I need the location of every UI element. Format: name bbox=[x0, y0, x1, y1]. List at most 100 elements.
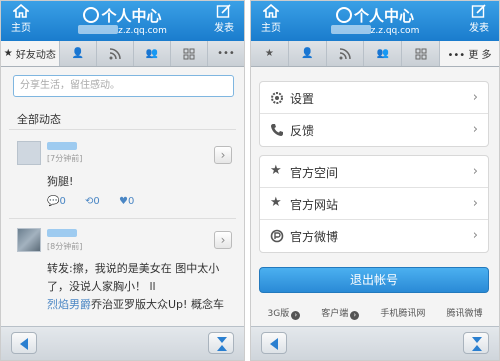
tab-bar: ★ 👤 👥 ••• 更 多 bbox=[251, 41, 499, 67]
footer-link-client[interactable]: 客户端 › bbox=[321, 306, 360, 320]
apps-grid-icon bbox=[183, 48, 195, 59]
menu-label: 官方微博 bbox=[290, 230, 339, 244]
publish-label: 发表 bbox=[469, 23, 489, 34]
redacted-username bbox=[330, 25, 371, 34]
tab-friend-feed[interactable]: ★ 好友动态 bbox=[1, 41, 60, 66]
tab-profile[interactable]: 👤 bbox=[289, 41, 327, 66]
expand-button[interactable]: › bbox=[214, 231, 232, 249]
redacted-username[interactable] bbox=[47, 229, 77, 237]
scroll-top-icon bbox=[472, 337, 482, 351]
friends-icon: 👥 bbox=[145, 48, 159, 59]
tab-bar: ★ 好友动态 👤 👥 ••• bbox=[1, 41, 244, 67]
divider bbox=[9, 129, 236, 130]
back-arrow-icon bbox=[20, 338, 28, 350]
section-title: 全部动态 bbox=[17, 113, 61, 126]
arrow-circle-icon: › bbox=[291, 311, 301, 320]
publish-label: 发表 bbox=[214, 23, 234, 34]
share-input[interactable]: 分享生活，留住感动。 bbox=[13, 75, 234, 97]
tab-profile[interactable]: 👤 bbox=[60, 41, 97, 66]
qzone-star-icon bbox=[335, 7, 352, 23]
profile-icon: 👤 bbox=[71, 48, 84, 59]
avatar[interactable] bbox=[17, 141, 41, 165]
menu-label: 官方网站 bbox=[290, 198, 339, 212]
repost-count[interactable]: ⟲0 bbox=[85, 196, 108, 207]
timestamp: [7分钟前] bbox=[47, 154, 83, 163]
star-icon: ★ bbox=[3, 48, 13, 59]
feed-stats: 💬0 ⟲0 ♥0 bbox=[47, 196, 150, 207]
expand-button[interactable]: › bbox=[214, 146, 232, 164]
star-icon: ★ bbox=[270, 195, 282, 210]
arrow-circle-icon: › bbox=[350, 311, 360, 320]
star-icon: ★ bbox=[264, 48, 274, 59]
publish-button[interactable]: 发表 bbox=[206, 4, 242, 34]
official-links-menu: ★ 官方空间 › ★ 官方网站 › 官方微博 › bbox=[259, 155, 489, 253]
profile-icon: 👤 bbox=[300, 48, 314, 59]
mention-link[interactable]: 烈焰男爵 bbox=[47, 298, 91, 311]
chevron-right-icon: › bbox=[220, 148, 226, 162]
back-button[interactable] bbox=[11, 332, 37, 354]
chevron-right-icon: › bbox=[220, 233, 226, 247]
edit-icon bbox=[471, 4, 486, 18]
menu-label: 官方空间 bbox=[290, 166, 339, 180]
bottom-bar bbox=[251, 326, 499, 360]
avatar[interactable] bbox=[17, 228, 41, 252]
gear-icon bbox=[270, 91, 284, 105]
back-button[interactable] bbox=[261, 332, 287, 354]
right-screen: 主页 个人中心 z.z.qq.com 发表 ★ 👤 👥 ••• 更 多 设置 › bbox=[250, 0, 500, 361]
chevron-right-icon: › bbox=[472, 228, 478, 243]
star-icon: ★ bbox=[270, 163, 282, 178]
tab-more[interactable]: ••• bbox=[208, 41, 244, 66]
menu-item-official-website[interactable]: ★ 官方网站 › bbox=[260, 188, 488, 220]
tab-friends[interactable]: 👥 bbox=[134, 41, 171, 66]
feed-text: 烈焰男爵乔治亚罗版大众Up! 概念车 bbox=[47, 298, 224, 311]
footer-link-tencent-weibo[interactable]: 腾讯微博 bbox=[446, 306, 482, 320]
more-icon: ••• bbox=[217, 48, 235, 59]
scroll-top-button[interactable] bbox=[463, 332, 489, 354]
back-arrow-icon bbox=[270, 338, 278, 350]
scroll-top-button[interactable] bbox=[208, 332, 234, 354]
more-label: ••• 更 多 bbox=[447, 50, 492, 61]
scroll-top-icon bbox=[217, 337, 227, 351]
like-count[interactable]: ♥0 bbox=[119, 196, 142, 207]
tab-apps[interactable] bbox=[402, 41, 441, 66]
tab-apps[interactable] bbox=[171, 41, 208, 66]
header-bar: 主页 个人中心 z.z.qq.com 发表 bbox=[1, 1, 244, 41]
tab-rss[interactable] bbox=[97, 41, 134, 66]
chevron-right-icon: › bbox=[472, 196, 478, 211]
settings-menu: 设置 › 反馈 › bbox=[259, 81, 489, 147]
apps-grid-icon bbox=[415, 48, 427, 59]
rss-icon bbox=[339, 47, 351, 59]
menu-label: 设置 bbox=[290, 92, 315, 106]
logout-button[interactable]: 退出帐号 bbox=[259, 267, 489, 293]
divider bbox=[9, 218, 236, 219]
chevron-right-icon: › bbox=[472, 122, 478, 137]
feed-text: 狗腿! bbox=[47, 175, 74, 188]
footer-link-3g[interactable]: 3G版 › bbox=[268, 306, 301, 320]
bottom-bar bbox=[1, 326, 244, 360]
tab-friends[interactable]: 👥 bbox=[364, 41, 403, 66]
footer-links: 3G版 › 客户端 › 手机腾讯网 腾讯微博 bbox=[251, 306, 499, 320]
tab-friend-feed[interactable]: ★ bbox=[251, 41, 289, 66]
header-bar: 主页 个人中心 z.z.qq.com 发表 bbox=[251, 1, 499, 41]
menu-label: 反馈 bbox=[290, 124, 315, 138]
menu-item-official-weibo[interactable]: 官方微博 › bbox=[260, 220, 488, 252]
footer-link-mobile-qq[interactable]: 手机腾讯网 bbox=[380, 306, 425, 320]
menu-item-settings[interactable]: 设置 › bbox=[260, 82, 488, 114]
edit-icon bbox=[216, 4, 231, 18]
chevron-right-icon: › bbox=[472, 90, 478, 105]
menu-item-feedback[interactable]: 反馈 › bbox=[260, 114, 488, 146]
publish-button[interactable]: 发表 bbox=[461, 4, 497, 34]
feed-text: 转发:擦，我说的是美女在 图中太小 bbox=[47, 262, 220, 275]
tab-more[interactable]: ••• 更 多 bbox=[440, 41, 499, 66]
redacted-username bbox=[78, 25, 119, 34]
left-screen: 主页 个人中心 z.z.qq.com 发表 ★ 好友动态 👤 👥 ••• 分享生… bbox=[0, 0, 245, 361]
menu-item-official-space[interactable]: ★ 官方空间 › bbox=[260, 156, 488, 188]
chevron-right-icon: › bbox=[472, 164, 478, 179]
tab-rss[interactable] bbox=[327, 41, 365, 66]
timestamp: [8分钟前] bbox=[47, 242, 83, 251]
redacted-username[interactable] bbox=[47, 142, 77, 150]
qzone-star-icon bbox=[83, 7, 100, 23]
rss-icon bbox=[109, 47, 121, 59]
comment-count[interactable]: 💬0 bbox=[47, 196, 74, 207]
phone-icon bbox=[270, 123, 284, 137]
